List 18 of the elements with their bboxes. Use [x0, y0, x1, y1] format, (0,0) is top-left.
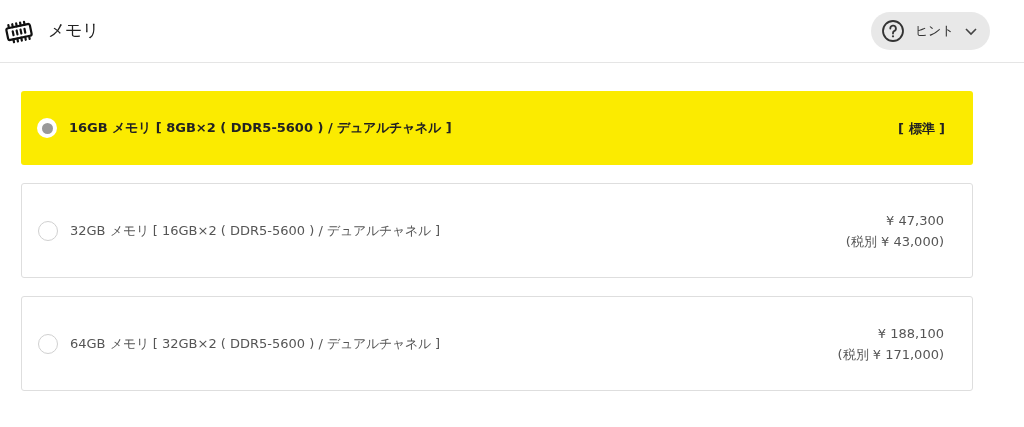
price-text: ¥ 47,300: [886, 211, 944, 230]
hint-button[interactable]: ヒント: [871, 12, 990, 50]
price-text: (税別 ¥ 171,000): [837, 345, 944, 364]
price-text: ¥ 188,100: [877, 324, 944, 343]
radio-button[interactable]: [37, 118, 57, 138]
option-label: 64GB メモリ [ 32GB×2 ( DDR5-5600 ) / デュアルチャネル ]: [70, 334, 441, 353]
option-card[interactable]: 32GB メモリ [ 16GB×2 ( DDR5-5600 ) / デュアルチャネル ] ¥ 47,300 (税別 ¥ 43,000): [21, 183, 973, 278]
option-label: 32GB メモリ [ 16GB×2 ( DDR5-5600 ) / デュアルチャネル ]: [70, 221, 441, 240]
option-label: 16GB メモリ [ 8GB×2 ( DDR5-5600 ) / デュアルチャネル ]: [69, 119, 452, 138]
option-card[interactable]: 16GB メモリ [ 8GB×2 ( DDR5-5600 ) / デュアルチャネル ] [ 標準 ]: [21, 91, 973, 165]
radio-button[interactable]: [38, 220, 58, 241]
price-text: (税別 ¥ 43,000): [845, 232, 944, 251]
radio-button[interactable]: [38, 333, 58, 354]
help-icon: [881, 19, 905, 43]
option-card[interactable]: 64GB メモリ [ 32GB×2 ( DDR5-5600 ) / デュアルチャネル ] ¥ 188,100 (税別 ¥ 171,000): [21, 296, 973, 391]
price-text: [ 標準 ]: [898, 119, 945, 138]
section-title: メモリ: [48, 19, 99, 43]
memory-chip-icon: [4, 20, 34, 44]
